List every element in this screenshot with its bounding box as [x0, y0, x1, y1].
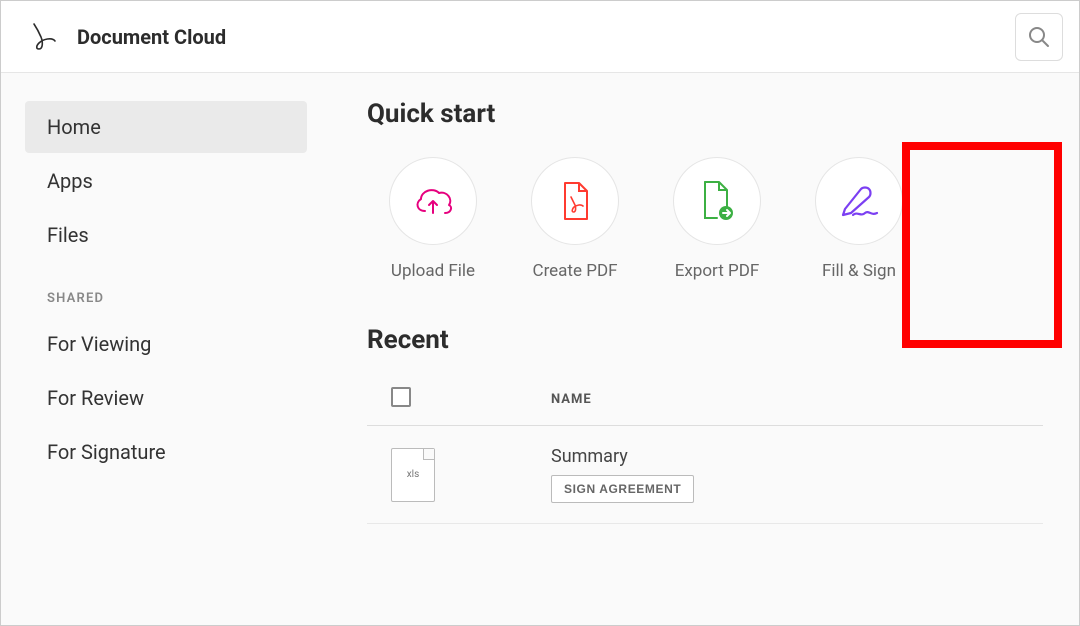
recent-title: Recent: [367, 325, 1043, 355]
pdf-file-icon: [531, 157, 619, 245]
sidebar-item-label: For Viewing: [47, 332, 151, 356]
search-button[interactable]: [1015, 13, 1063, 61]
sidebar-item-label: Files: [47, 223, 89, 247]
search-icon: [1028, 26, 1050, 48]
app-frame: Document Cloud Home Apps Files SHARED Fo…: [0, 0, 1080, 626]
sign-pen-icon: [815, 157, 903, 245]
body: Home Apps Files SHARED For Viewing For R…: [1, 73, 1079, 625]
quick-start-label: Export PDF: [675, 261, 760, 281]
file-name-cell: Summary SIGN AGREEMENT: [551, 446, 694, 503]
sidebar-section-shared-label: SHARED: [25, 263, 307, 318]
adobe-acrobat-icon: [25, 19, 61, 55]
recent-table-header: NAME: [367, 373, 1043, 426]
column-header-name: NAME: [551, 392, 592, 407]
quick-start-label: Create PDF: [533, 261, 618, 281]
sidebar-item-apps[interactable]: Apps: [25, 155, 307, 207]
topbar: Document Cloud: [1, 1, 1079, 73]
sidebar-item-home[interactable]: Home: [25, 101, 307, 153]
sidebar: Home Apps Files SHARED For Viewing For R…: [1, 73, 331, 625]
sidebar-item-label: For Review: [47, 386, 144, 410]
quick-start-create-pdf[interactable]: Create PDF: [531, 157, 619, 281]
app-title: Document Cloud: [77, 25, 226, 49]
main-content: Quick start Upload File: [331, 73, 1079, 625]
sidebar-item-files[interactable]: Files: [25, 209, 307, 261]
quick-start-label: Upload File: [391, 261, 475, 281]
quick-start-title: Quick start: [367, 99, 1043, 129]
sidebar-item-label: Apps: [47, 169, 93, 193]
sidebar-item-label: For Signature: [47, 440, 166, 464]
file-type-badge: xls: [407, 469, 420, 480]
file-icon-cell: xls: [391, 448, 551, 502]
table-row[interactable]: xls Summary SIGN AGREEMENT: [367, 426, 1043, 524]
file-name: Summary: [551, 446, 694, 467]
quick-start-row: Upload File Create PDF: [367, 157, 1043, 281]
quick-start-upload-file[interactable]: Upload File: [389, 157, 477, 281]
sidebar-item-label: Home: [47, 115, 101, 139]
select-all-cell: [391, 387, 551, 411]
file-type-icon: xls: [391, 448, 435, 502]
sidebar-item-for-viewing[interactable]: For Viewing: [25, 318, 307, 370]
select-all-checkbox[interactable]: [391, 387, 411, 407]
sidebar-item-for-review[interactable]: For Review: [25, 372, 307, 424]
export-file-icon: [673, 157, 761, 245]
brand: Document Cloud: [25, 19, 226, 55]
cloud-upload-icon: [389, 157, 477, 245]
recent-section: Recent NAME xls Summary SIGN: [367, 325, 1043, 524]
quick-start-label: Fill & Sign: [822, 261, 896, 281]
quick-start-section: Quick start Upload File: [367, 99, 1043, 281]
quick-start-export-pdf[interactable]: Export PDF: [673, 157, 761, 281]
quick-start-fill-and-sign[interactable]: Fill & Sign: [815, 157, 903, 281]
sign-agreement-button[interactable]: SIGN AGREEMENT: [551, 475, 694, 503]
sidebar-item-for-signature[interactable]: For Signature: [25, 426, 307, 478]
